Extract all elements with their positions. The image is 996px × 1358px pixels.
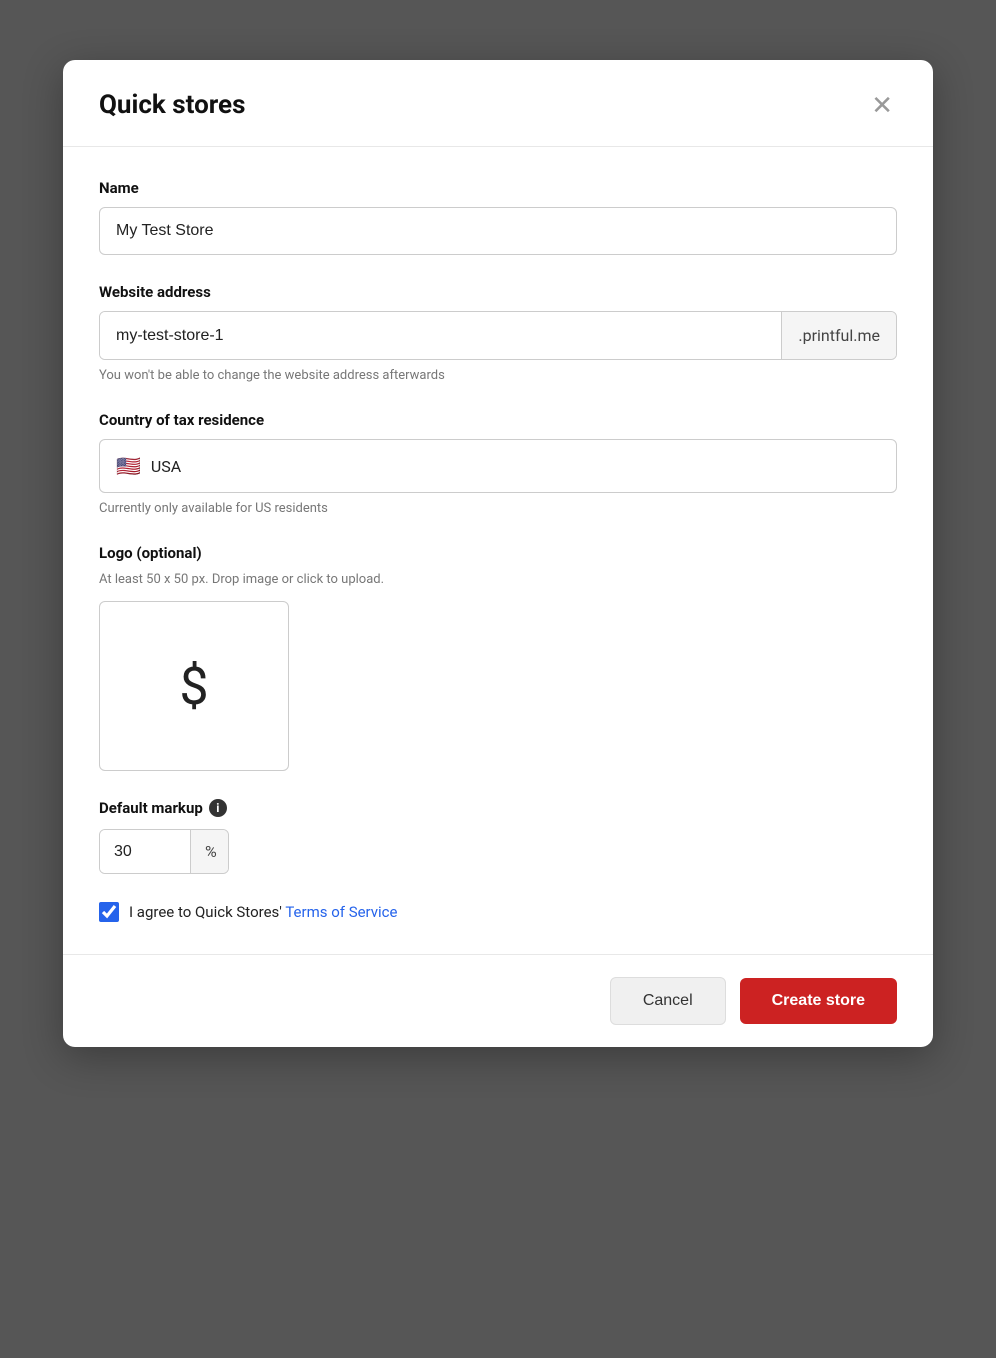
markup-suffix: % [190,830,229,873]
website-input[interactable] [100,312,781,359]
website-suffix: .printful.me [781,312,896,359]
name-group: Name [99,179,897,255]
country-hint: Currently only available for US resident… [99,501,897,516]
country-selector[interactable]: 🇺🇸 USA [99,439,897,493]
markup-label: Default markup [99,799,203,817]
name-input[interactable] [99,207,897,255]
logo-group: Logo (optional) At least 50 x 50 px. Dro… [99,544,897,771]
logo-label: Logo (optional) [99,544,897,562]
country-value: USA [151,457,181,476]
website-row: .printful.me [99,311,897,360]
tos-label[interactable]: I agree to Quick Stores' Terms of Servic… [129,903,398,921]
markup-input[interactable] [100,830,190,873]
tos-row: I agree to Quick Stores' Terms of Servic… [99,902,897,922]
website-hint: You won't be able to change the website … [99,368,897,383]
dollar-icon: $ [179,656,208,717]
modal-body: Name Website address .printful.me You wo… [63,147,933,954]
info-icon[interactable]: i [209,799,227,817]
usa-flag-icon: 🇺🇸 [116,454,141,478]
cancel-button[interactable]: Cancel [610,977,726,1025]
markup-input-wrapper: % [99,829,229,874]
markup-label-row: Default markup i [99,799,897,817]
markup-group: Default markup i % [99,799,897,874]
tos-checkbox[interactable] [99,902,119,922]
logo-upload-area[interactable]: $ [99,601,289,771]
quick-stores-modal: Quick stores ✕ Name Website address .pri… [63,60,933,1047]
close-button[interactable]: ✕ [867,88,897,122]
close-icon: ✕ [871,92,893,118]
country-group: Country of tax residence 🇺🇸 USA Currentl… [99,411,897,516]
create-store-button[interactable]: Create store [740,978,897,1024]
name-label: Name [99,179,897,197]
tos-link[interactable]: Terms of Service [285,903,397,921]
logo-hint: At least 50 x 50 px. Drop image or click… [99,572,897,587]
country-label: Country of tax residence [99,411,897,429]
website-label: Website address [99,283,897,301]
tos-agree-text: I agree to Quick Stores' [129,903,282,921]
modal-header: Quick stores ✕ [63,60,933,147]
modal-footer: Cancel Create store [63,954,933,1047]
website-group: Website address .printful.me You won't b… [99,283,897,383]
modal-title: Quick stores [99,90,245,120]
